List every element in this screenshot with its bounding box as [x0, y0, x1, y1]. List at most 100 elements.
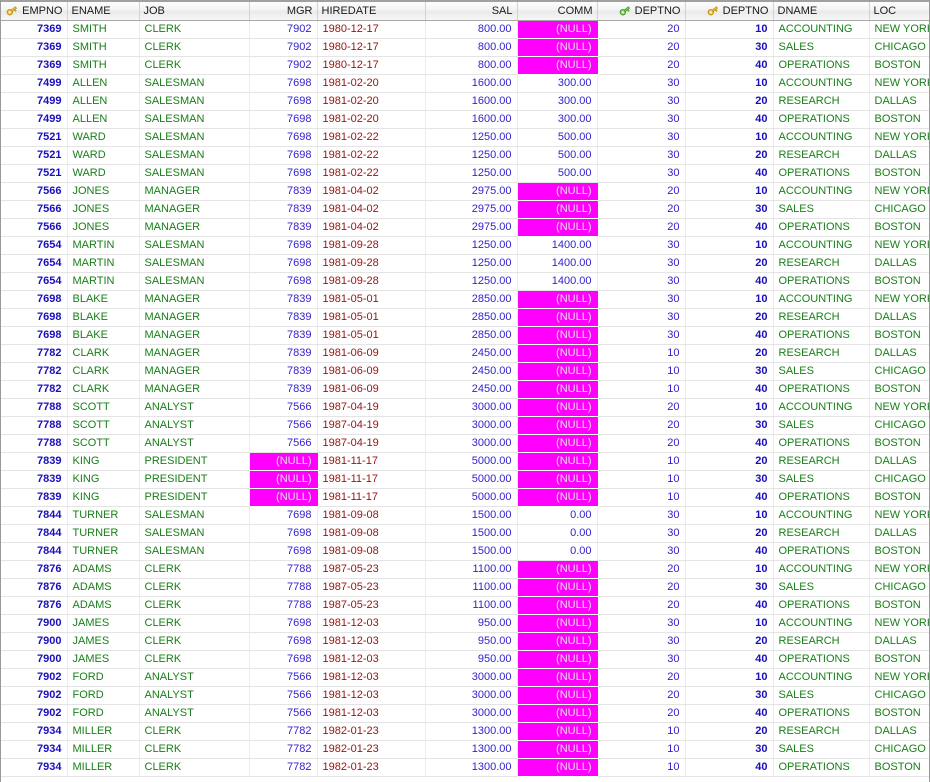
cell-comm-null[interactable]: (NULL) [517, 200, 598, 219]
cell-sal[interactable]: 1100.00 [425, 560, 518, 579]
cell-deptno1[interactable]: 10 [597, 758, 686, 777]
cell-job[interactable]: CLERK [139, 650, 250, 669]
cell-loc[interactable]: CHICAGO [869, 416, 929, 435]
cell-empno[interactable]: 7839 [1, 488, 68, 507]
cell-comm-null[interactable]: (NULL) [517, 668, 598, 687]
cell-empno[interactable]: 7698 [1, 308, 68, 327]
cell-deptno1[interactable]: 30 [597, 308, 686, 327]
cell-dname[interactable]: OPERATIONS [773, 596, 870, 615]
cell-dname[interactable]: SALES [773, 38, 870, 57]
cell-mgr[interactable]: 7698 [249, 164, 318, 183]
table-row[interactable]: 7934 MILLER CLERK 7782 1982-01-23 1300.00 (NUL… [1, 740, 929, 759]
cell-hiredate[interactable]: 1981-12-03 [317, 650, 426, 669]
cell-hiredate[interactable]: 1982-01-23 [317, 740, 426, 759]
cell-job[interactable]: ANALYST [139, 686, 250, 705]
cell-ename[interactable]: JONES [67, 182, 140, 201]
cell-job[interactable]: MANAGER [139, 200, 250, 219]
cell-sal[interactable]: 800.00 [425, 56, 518, 75]
cell-deptno1[interactable]: 20 [597, 596, 686, 615]
cell-sal[interactable]: 3000.00 [425, 434, 518, 453]
cell-empno[interactable]: 7369 [1, 56, 68, 75]
column-header-mgr[interactable]: MGR [249, 0, 318, 21]
cell-comm[interactable]: 300.00 [517, 74, 598, 93]
cell-dname[interactable]: RESEARCH [773, 632, 870, 651]
cell-deptno2[interactable]: 30 [685, 362, 774, 381]
column-header-loc[interactable]: LOC [869, 0, 929, 21]
cell-comm-null[interactable]: (NULL) [517, 488, 598, 507]
cell-dname[interactable]: ACCOUNTING [773, 560, 870, 579]
cell-comm[interactable]: 1400.00 [517, 272, 598, 291]
table-row[interactable]: 7902 FORD ANALYST 7566 1981-12-03 3000.00 (NUL… [1, 686, 929, 705]
cell-loc[interactable]: NEW YORK [869, 560, 929, 579]
cell-mgr[interactable]: 7698 [249, 236, 318, 255]
cell-deptno1[interactable]: 10 [597, 470, 686, 489]
cell-sal[interactable]: 5000.00 [425, 452, 518, 471]
cell-empno[interactable]: 7902 [1, 668, 68, 687]
cell-comm[interactable]: 0.00 [517, 506, 598, 525]
column-header-dname[interactable]: DNAME [773, 0, 870, 21]
cell-deptno1[interactable]: 20 [597, 434, 686, 453]
cell-job[interactable]: CLERK [139, 38, 250, 57]
cell-deptno2[interactable]: 10 [685, 290, 774, 309]
cell-sal[interactable]: 5000.00 [425, 488, 518, 507]
cell-sal[interactable]: 950.00 [425, 632, 518, 651]
cell-comm[interactable]: 500.00 [517, 146, 598, 165]
cell-deptno1[interactable]: 20 [597, 200, 686, 219]
cell-hiredate[interactable]: 1982-01-23 [317, 758, 426, 777]
cell-mgr[interactable]: 7782 [249, 740, 318, 759]
cell-dname[interactable]: RESEARCH [773, 92, 870, 111]
cell-empno[interactable]: 7900 [1, 632, 68, 651]
cell-deptno2[interactable]: 40 [685, 596, 774, 615]
cell-ename[interactable]: ADAMS [67, 596, 140, 615]
cell-loc[interactable]: BOSTON [869, 596, 929, 615]
cell-deptno2[interactable]: 40 [685, 758, 774, 777]
table-row[interactable]: 7369 SMITH CLERK 7902 1980-12-17 800.00 (NULL)… [1, 20, 929, 39]
cell-deptno1[interactable]: 30 [597, 542, 686, 561]
cell-job[interactable]: CLERK [139, 632, 250, 651]
cell-empno[interactable]: 7876 [1, 560, 68, 579]
cell-dname[interactable]: RESEARCH [773, 722, 870, 741]
cell-deptno1[interactable]: 20 [597, 686, 686, 705]
cell-ename[interactable]: WARD [67, 146, 140, 165]
cell-loc[interactable]: NEW YORK [869, 506, 929, 525]
cell-hiredate[interactable]: 1981-09-28 [317, 236, 426, 255]
cell-job[interactable]: MANAGER [139, 182, 250, 201]
cell-deptno2[interactable]: 10 [685, 182, 774, 201]
cell-comm-null[interactable]: (NULL) [517, 740, 598, 759]
cell-mgr[interactable]: 7788 [249, 578, 318, 597]
cell-deptno2[interactable]: 40 [685, 110, 774, 129]
cell-loc[interactable]: BOSTON [869, 326, 929, 345]
cell-sal[interactable]: 1100.00 [425, 596, 518, 615]
cell-deptno2[interactable]: 20 [685, 146, 774, 165]
cell-sal[interactable]: 3000.00 [425, 668, 518, 687]
cell-deptno1[interactable]: 30 [597, 650, 686, 669]
cell-ename[interactable]: JONES [67, 200, 140, 219]
cell-deptno1[interactable]: 20 [597, 668, 686, 687]
cell-ename[interactable]: TURNER [67, 542, 140, 561]
cell-deptno1[interactable]: 30 [597, 524, 686, 543]
cell-empno[interactable]: 7521 [1, 128, 68, 147]
cell-mgr[interactable]: 7782 [249, 722, 318, 741]
cell-deptno1[interactable]: 30 [597, 614, 686, 633]
cell-loc[interactable]: BOSTON [869, 488, 929, 507]
table-row[interactable]: 7521 WARD SALESMAN 7698 1981-02-22 1250.00 500… [1, 128, 929, 147]
table-row[interactable]: 7934 MILLER CLERK 7782 1982-01-23 1300.00 (NUL… [1, 722, 929, 741]
cell-hiredate[interactable]: 1981-09-08 [317, 506, 426, 525]
cell-empno[interactable]: 7566 [1, 200, 68, 219]
cell-hiredate[interactable]: 1981-06-09 [317, 362, 426, 381]
cell-hiredate[interactable]: 1980-12-17 [317, 38, 426, 57]
cell-ename[interactable]: KING [67, 470, 140, 489]
cell-empno[interactable]: 7788 [1, 416, 68, 435]
cell-dname[interactable]: ACCOUNTING [773, 20, 870, 39]
cell-loc[interactable]: DALLAS [869, 146, 929, 165]
table-row[interactable]: 7934 MILLER CLERK 7782 1982-01-23 1300.00 (NUL… [1, 758, 929, 777]
cell-loc[interactable]: CHICAGO [869, 200, 929, 219]
table-row[interactable]: 7499 ALLEN SALESMAN 7698 1981-02-20 1600.00 30… [1, 92, 929, 111]
cell-dname[interactable]: SALES [773, 200, 870, 219]
cell-deptno1[interactable]: 20 [597, 38, 686, 57]
cell-ename[interactable]: MILLER [67, 722, 140, 741]
cell-deptno2[interactable]: 20 [685, 254, 774, 273]
cell-ename[interactable]: ALLEN [67, 110, 140, 129]
cell-loc[interactable]: NEW YORK [869, 128, 929, 147]
cell-sal[interactable]: 1300.00 [425, 740, 518, 759]
